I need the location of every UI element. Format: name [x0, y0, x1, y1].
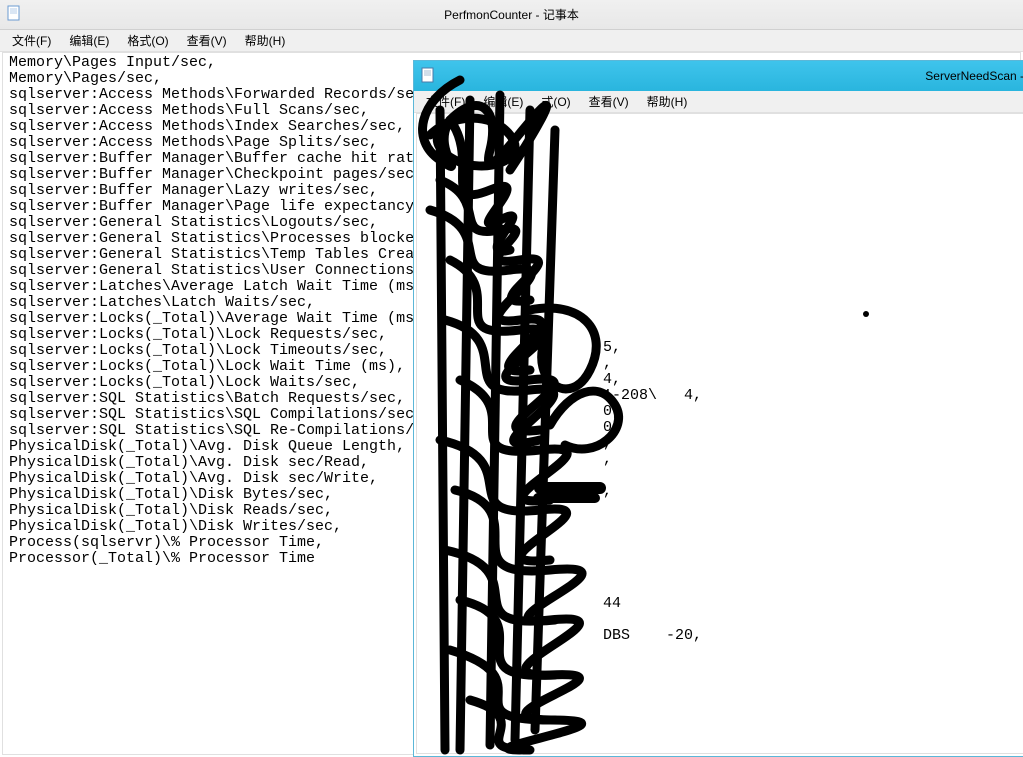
menu-help[interactable]: 帮助(H) [237, 30, 294, 51]
content-line [423, 180, 1023, 196]
content-line [423, 580, 1023, 596]
content-line [423, 612, 1023, 628]
content-line [423, 132, 1023, 148]
content-line [423, 564, 1023, 580]
menu-help-2[interactable]: 帮助(H) [639, 91, 696, 112]
menu-format[interactable]: 格式(O) [119, 30, 176, 51]
content-line [423, 532, 1023, 548]
content-line [423, 468, 1023, 484]
content-line [423, 228, 1023, 244]
secondary-menubar: 文件(F) 编辑(E) 式(O) 查看(V) 帮助(H) [414, 91, 1023, 113]
content-line [423, 116, 1023, 132]
notepad-icon [6, 5, 22, 24]
secondary-window-title: ServerNeedScan - [925, 69, 1023, 83]
content-line [423, 164, 1023, 180]
content-line [423, 276, 1023, 292]
content-line [423, 500, 1023, 516]
content-line [423, 196, 1023, 212]
content-line [423, 260, 1023, 276]
content-line [423, 292, 1023, 308]
notepad-icon [420, 67, 436, 86]
content-line: , [423, 452, 1023, 468]
main-titlebar[interactable]: PerfmonCounter - 记事本 [0, 0, 1023, 30]
content-line: , [423, 436, 1023, 452]
content-line: 0, [423, 420, 1023, 436]
content-line: 5, [423, 340, 1023, 356]
menu-file-2[interactable]: 文件(F) [418, 91, 473, 112]
content-line: , [423, 356, 1023, 372]
content-line [423, 148, 1023, 164]
menu-edit[interactable]: 编辑(E) [61, 30, 117, 51]
content-line [423, 516, 1023, 532]
menu-view[interactable]: 查看(V) [179, 30, 235, 51]
content-line: 44 [423, 596, 1023, 612]
secondary-text-content[interactable]: 5, , 4, 1-208\ 4, 0, 0, , , [416, 113, 1023, 754]
menu-view-2[interactable]: 查看(V) [581, 91, 637, 112]
menu-file[interactable]: 文件(F) [4, 30, 59, 51]
content-line [423, 212, 1023, 228]
content-line [423, 324, 1023, 340]
content-line [423, 244, 1023, 260]
content-line [423, 548, 1023, 564]
main-window-title: PerfmonCounter - 记事本 [444, 6, 579, 23]
menu-format-2[interactable]: 式(O) [533, 91, 578, 112]
content-line: DBS -20, [423, 628, 1023, 644]
content-line: 4, [423, 372, 1023, 388]
secondary-notepad-window: ServerNeedScan - 文件(F) 编辑(E) 式(O) 查看(V) … [413, 60, 1023, 757]
stray-dot [863, 311, 869, 317]
secondary-titlebar[interactable]: ServerNeedScan - [414, 61, 1023, 91]
content-line: 0, [423, 404, 1023, 420]
main-menubar: 文件(F) 编辑(E) 格式(O) 查看(V) 帮助(H) [0, 30, 1023, 52]
content-line: 1-208\ 4, [423, 388, 1023, 404]
content-line [423, 308, 1023, 324]
content-line: , [423, 484, 1023, 500]
menu-edit-2[interactable]: 编辑(E) [475, 91, 531, 112]
